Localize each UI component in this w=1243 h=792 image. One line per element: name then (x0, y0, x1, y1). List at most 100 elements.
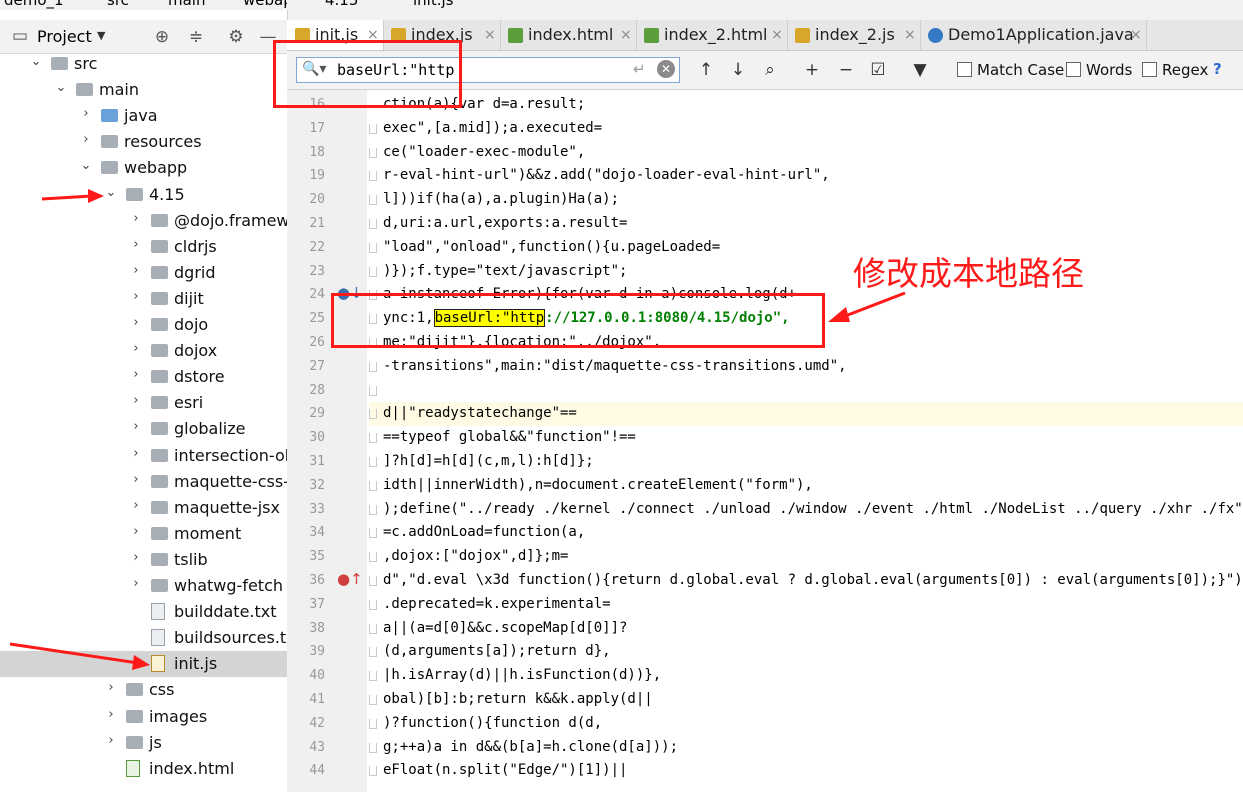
fold-marker[interactable] (369, 361, 377, 372)
previous-occurrence-icon[interactable]: ↑ (695, 60, 717, 80)
tree-item[interactable]: › dojox (0, 338, 287, 364)
tree-item[interactable]: › whatwg-fetch (0, 573, 287, 599)
editor-tab[interactable]: index_2.js × (787, 20, 921, 50)
regex-checkbox[interactable] (1142, 62, 1157, 77)
fold-marker[interactable] (369, 766, 377, 777)
fold-marker[interactable] (369, 385, 377, 396)
tree-item[interactable]: index.html (0, 756, 287, 782)
fold-marker[interactable] (369, 671, 377, 682)
fold-marker[interactable] (369, 552, 377, 563)
fold-marker[interactable] (369, 647, 377, 658)
tree-item[interactable]: › esri (0, 390, 287, 416)
chevron-right-icon[interactable]: › (129, 524, 143, 539)
chevron-right-icon[interactable]: › (129, 315, 143, 330)
breadcrumb-item[interactable]: main (168, 0, 205, 9)
chevron-right-icon[interactable]: › (129, 237, 143, 252)
fold-marker[interactable] (369, 409, 377, 420)
code-editor[interactable]: 16 17 18 19 20 21 22 23 24 ●↓ 25 26 27 28 29 30 31 32 33 34… (287, 90, 1243, 792)
chevron-right-icon[interactable]: › (104, 733, 118, 748)
chevron-down-icon[interactable]: ⌄ (104, 185, 118, 200)
fold-marker[interactable] (369, 480, 377, 491)
tree-item[interactable]: init.js (0, 651, 287, 678)
fold-marker[interactable] (369, 123, 377, 134)
tree-item[interactable]: › maquette-jsx (0, 495, 287, 521)
project-panel-title[interactable]: Project (37, 27, 92, 46)
chevron-down-icon[interactable]: ⌄ (79, 158, 93, 173)
tree-item[interactable]: ⌄ src (0, 51, 287, 77)
tree-item[interactable]: › intersection-ob (0, 443, 287, 469)
locate-target-icon[interactable]: ⊕ (152, 27, 172, 47)
chevron-right-icon[interactable]: › (129, 550, 143, 565)
gear-icon[interactable]: ⚙ (226, 27, 246, 47)
close-icon[interactable]: × (484, 20, 496, 50)
breadcrumb-item[interactable]: src (107, 0, 129, 9)
tree-item[interactable]: › maquette-css-t (0, 469, 287, 495)
chevron-down-icon[interactable]: ⌄ (29, 54, 43, 69)
tree-item[interactable]: › tslib (0, 547, 287, 573)
match-case-checkbox[interactable] (957, 62, 972, 77)
chevron-right-icon[interactable]: › (129, 472, 143, 487)
breadcrumb-item[interactable]: init.js (413, 0, 453, 9)
fold-marker[interactable] (369, 599, 377, 610)
tree-item[interactable]: › cldrjs (0, 234, 287, 260)
fold-marker[interactable] (369, 433, 377, 444)
help-button[interactable]: ? (1213, 60, 1222, 78)
tree-item[interactable]: buildsources.txt (0, 625, 287, 651)
fold-marker[interactable] (369, 576, 377, 586)
fold-marker[interactable] (369, 266, 377, 277)
next-occurrence-icon[interactable]: ↓ (727, 60, 749, 80)
tree-item[interactable]: › @dojo.framewo (0, 208, 287, 234)
editor-tab[interactable]: index.html × (500, 20, 637, 50)
chevron-right-icon[interactable]: › (129, 341, 143, 356)
fold-marker[interactable] (369, 528, 377, 539)
fold-marker[interactable] (369, 504, 377, 515)
tree-item[interactable]: ⌄ webapp (0, 155, 287, 181)
tree-item[interactable]: › dgrid (0, 260, 287, 286)
tree-item[interactable]: › resources (0, 129, 287, 155)
tree-item[interactable]: › dojo (0, 312, 287, 338)
fold-marker[interactable] (369, 695, 377, 705)
tree-item[interactable]: ⌄ main (0, 77, 287, 103)
chevron-right-icon[interactable]: › (129, 419, 143, 434)
chevron-right-icon[interactable]: › (129, 393, 143, 408)
tree-item[interactable]: › images (0, 704, 287, 730)
fold-marker[interactable] (369, 718, 377, 729)
fold-marker[interactable] (369, 242, 377, 253)
tree-item[interactable]: ⌄ 4.15 (0, 182, 287, 208)
breadcrumb-item[interactable]: 4.15 (325, 0, 358, 9)
chevron-right-icon[interactable]: › (104, 680, 118, 695)
chevron-down-icon[interactable]: ▼ (97, 29, 105, 42)
chevron-right-icon[interactable]: › (129, 367, 143, 382)
editor-tab[interactable]: index_2.html × (636, 20, 788, 50)
fold-marker[interactable] (369, 171, 377, 182)
words-checkbox[interactable] (1066, 62, 1081, 77)
chevron-right-icon[interactable]: › (129, 289, 143, 304)
close-icon[interactable]: × (620, 20, 632, 50)
override-gutter-icon[interactable]: ●↑ (337, 570, 363, 588)
chevron-right-icon[interactable]: › (129, 263, 143, 278)
tree-item[interactable]: › css (0, 677, 287, 703)
editor-tab[interactable]: Demo1Application.java × (920, 20, 1147, 50)
tree-item[interactable]: › js (0, 730, 287, 756)
chevron-right-icon[interactable]: › (129, 211, 143, 226)
chevron-right-icon[interactable]: › (129, 446, 143, 461)
close-icon[interactable]: × (1130, 20, 1142, 50)
close-icon[interactable]: × (771, 20, 783, 50)
close-icon[interactable]: × (904, 20, 916, 50)
tree-item[interactable]: › moment (0, 521, 287, 547)
tree-item[interactable]: › globalize (0, 416, 287, 442)
remove-occurrence-icon[interactable]: − (835, 60, 857, 80)
select-all-icon[interactable]: ☑ (867, 60, 889, 80)
add-occurrence-icon[interactable]: + (801, 60, 823, 80)
filter-icon[interactable]: ▼ (909, 60, 931, 80)
fold-marker[interactable] (369, 219, 377, 229)
fold-marker[interactable] (369, 457, 377, 467)
fold-marker[interactable] (369, 623, 377, 634)
chevron-right-icon[interactable]: › (79, 132, 93, 147)
tree-item[interactable]: › dstore (0, 364, 287, 390)
tree-item[interactable]: › java (0, 103, 287, 129)
fold-marker[interactable] (369, 742, 377, 753)
fold-marker[interactable] (369, 147, 377, 158)
tree-item[interactable]: builddate.txt (0, 599, 287, 625)
tree-item[interactable]: › dijit (0, 286, 287, 312)
